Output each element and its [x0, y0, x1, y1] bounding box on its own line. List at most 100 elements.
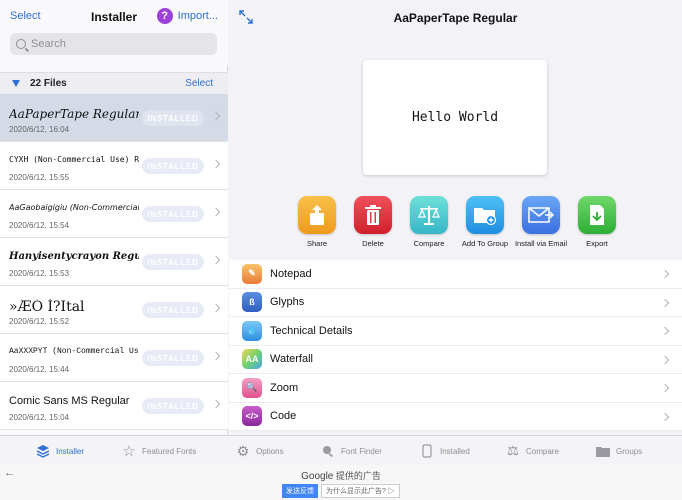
search-bar[interactable]: [10, 33, 217, 55]
layers-icon: [36, 444, 50, 458]
installed-badge[interactable]: INSTALLED: [142, 158, 204, 174]
file-date: 2020/6/12, 16:04: [9, 125, 70, 134]
files-count: 22 Files: [30, 78, 67, 89]
ad-text: Google 提供的广告: [0, 469, 682, 482]
why-this-ad-button[interactable]: 为什么显示此广告? ▷: [321, 484, 400, 498]
install-via-email-button[interactable]: Install via Email: [515, 196, 567, 248]
files-select-button[interactable]: Select: [185, 78, 213, 89]
file-row[interactable]: Hanyisentycrayon Regular 2020/6/12, 15:5…: [0, 238, 228, 286]
tab-installed[interactable]: Installed: [420, 436, 470, 466]
file-name: »ÆÓ Í?Ital: [9, 299, 85, 315]
tab-featured-fonts[interactable]: ☆ Featured Fonts: [122, 436, 196, 466]
file-row[interactable]: AaPaperTape Regular 2020/6/12, 16:04 INS…: [0, 94, 228, 142]
menu-label: Glyphs: [270, 296, 305, 309]
chevron-right-icon: [660, 326, 670, 336]
font-title: AaPaperTape Regular: [393, 11, 518, 25]
chevron-right-icon: [211, 399, 221, 409]
google-label: Google: [301, 471, 334, 482]
tab-label: Featured Fonts: [142, 446, 197, 456]
action-label: Share: [306, 239, 327, 248]
menu-label: Zoom: [270, 381, 299, 394]
tab-label: Compare: [526, 446, 559, 456]
send-feedback-button[interactable]: 发送反馈: [282, 484, 318, 498]
menu-item-technical-details[interactable]: 💧 Technical Details: [229, 317, 682, 346]
chevron-right-icon: [211, 303, 221, 313]
menu-item-zoom[interactable]: 🔍 Zoom: [229, 374, 682, 403]
gear-icon: ⚙: [236, 442, 250, 459]
help-icon[interactable]: ?: [156, 8, 173, 24]
tab-installer[interactable]: Installer: [36, 436, 84, 466]
code-icon: </>: [242, 406, 262, 427]
installed-badge[interactable]: INSTALLED: [142, 110, 204, 126]
file-name: CYXH (Non-Commercial Use) Regular: [9, 155, 139, 164]
magnifier-icon: [321, 444, 335, 458]
action-label: Export: [586, 239, 608, 248]
font-preview: Hello World: [363, 60, 547, 175]
left-toolbar: Select Installer ? Import...: [0, 0, 228, 66]
menu-item-code[interactable]: </> Code: [229, 403, 682, 431]
search-icon: [16, 39, 26, 49]
file-row[interactable]: »ÆÓ Í?Ital 2020/6/12, 15:52 INSTALLED: [0, 286, 228, 334]
file-name: AaPaperTape Regular: [9, 107, 139, 121]
file-date: 2020/6/12, 15:04: [9, 413, 70, 422]
tab-groups[interactable]: Groups: [596, 436, 642, 466]
collapse-triangle-icon[interactable]: [12, 80, 20, 87]
menu-label: Waterfall: [270, 353, 313, 366]
phone-icon: [420, 444, 434, 458]
action-label: Delete: [362, 239, 384, 248]
compare-button[interactable]: Compare: [409, 196, 449, 248]
installed-badge[interactable]: INSTALLED: [142, 254, 204, 270]
detail-pane: AaPaperTape Regular Hello World Share De…: [229, 0, 682, 435]
ad-provided-label: 提供的广告: [335, 471, 381, 481]
chevron-right-icon: [211, 159, 221, 169]
menu-item-waterfall[interactable]: AA Waterfall: [229, 346, 682, 374]
trash-icon: [354, 196, 392, 234]
menu-label: Technical Details: [270, 324, 353, 337]
installed-badge[interactable]: INSTALLED: [142, 302, 204, 318]
file-name: Comic Sans MS Regular: [9, 395, 130, 407]
email-icon: [522, 196, 560, 234]
file-row[interactable]: CYXH (Non-Commercial Use) Regular 2020/6…: [0, 142, 228, 190]
chevron-right-icon: [660, 355, 670, 364]
file-name: AaGaobaigigiu (Non-Commercial Use ...: [9, 203, 139, 212]
export-button[interactable]: Export: [577, 196, 617, 248]
drop-icon: 💧: [242, 320, 262, 341]
chevron-right-icon: [211, 207, 221, 217]
file-row[interactable]: Comic Sans MS Regular 2020/6/12, 15:04 I…: [0, 382, 228, 430]
delete-button[interactable]: Delete: [353, 196, 393, 248]
why-this-ad-label: 为什么显示此广告?: [326, 488, 386, 495]
detail-menu: ✎ Notepad ß Glyphs 💧 Technical Details A…: [229, 260, 682, 431]
chevron-right-icon: [660, 269, 670, 279]
waterfall-icon: AA: [242, 349, 262, 370]
action-label: Compare: [413, 239, 445, 248]
zoom-icon: 🔍: [242, 377, 262, 398]
menu-item-glyphs[interactable]: ß Glyphs: [229, 289, 682, 317]
tab-options[interactable]: ⚙ Options: [236, 436, 284, 466]
share-icon: [298, 196, 336, 234]
action-buttons: Share Delete Compare Add To Group Instal…: [297, 196, 617, 248]
files-header: 22 Files Select: [0, 72, 228, 94]
chevron-right-icon: [660, 298, 670, 307]
installed-badge[interactable]: INSTALLED: [142, 206, 204, 222]
file-row[interactable]: AaXXXPYT (Non-Commercial Use... 2020/6/1…: [0, 334, 228, 382]
file-date: 2020/6/12, 15:52: [9, 317, 70, 326]
tab-label: Font Finder: [341, 446, 382, 456]
menu-item-notepad[interactable]: ✎ Notepad: [229, 260, 682, 289]
chevron-right-icon: [660, 412, 670, 421]
file-date: 2020/6/12, 15:54: [9, 221, 70, 230]
file-row[interactable]: AaGaobaigigiu (Non-Commercial Use ... 20…: [0, 190, 228, 238]
add-to-group-button[interactable]: Add To Group: [462, 196, 508, 248]
glyph-icon: ß: [242, 292, 262, 313]
installed-badge[interactable]: INSTALLED: [142, 350, 204, 366]
tab-compare[interactable]: ⚖ Compare: [506, 436, 559, 466]
pencil-icon: ✎: [242, 263, 262, 284]
installed-badge[interactable]: INSTALLED: [142, 398, 204, 414]
file-date: 2020/6/12, 15:44: [9, 365, 70, 374]
share-button[interactable]: Share: [297, 196, 337, 248]
menu-label: Notepad: [270, 267, 312, 280]
tab-font-finder[interactable]: Font Finder: [321, 436, 382, 466]
chevron-right-icon: [211, 255, 221, 265]
import-button[interactable]: ? Import...: [156, 8, 218, 24]
star-icon: ☆: [122, 443, 136, 460]
search-input[interactable]: [31, 38, 201, 50]
